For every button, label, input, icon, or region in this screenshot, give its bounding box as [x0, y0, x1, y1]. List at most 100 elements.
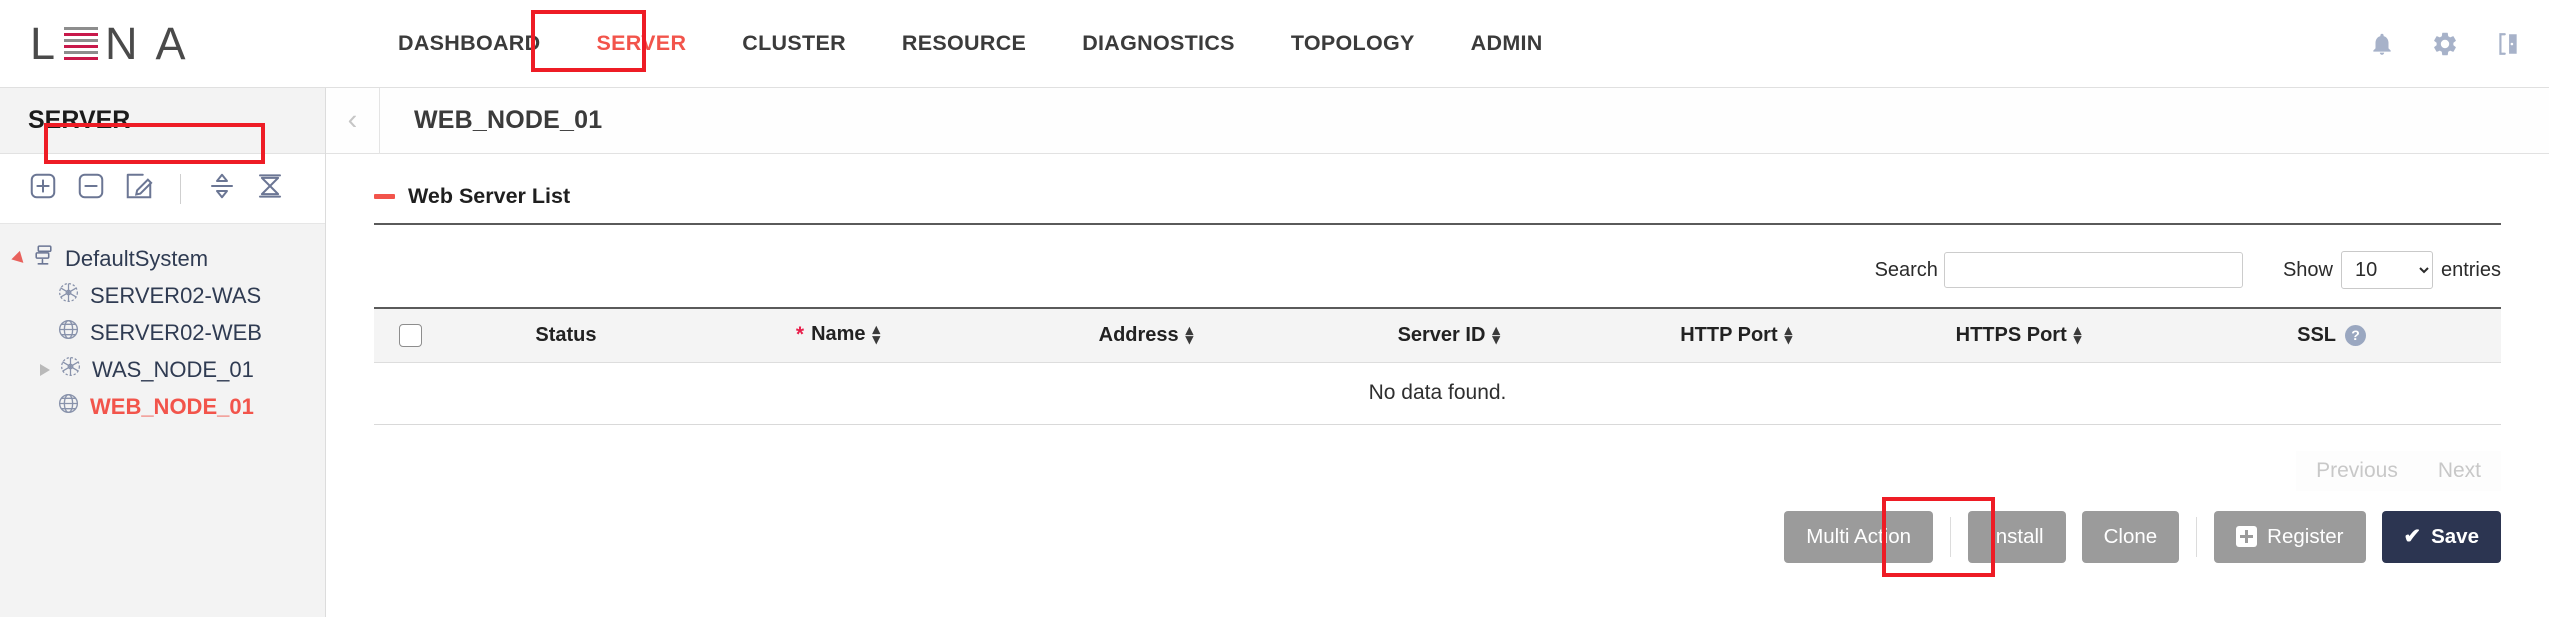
- tree-item-label: SERVER02-WEB: [90, 319, 262, 345]
- tree-item-defaultsystem[interactable]: DefaultSystem: [0, 240, 325, 277]
- column-header-http-port[interactable]: HTTP Port ▴ ▾: [1597, 307, 1875, 363]
- search-input[interactable]: [1943, 252, 2243, 288]
- tree-item-label: WEB_NODE_01: [90, 393, 254, 419]
- web-server-table: Status * Name ▴ ▾ Address ▴ ▾ Server ID …: [374, 307, 2501, 425]
- save-label: Save: [2431, 524, 2479, 548]
- system-icon: [31, 243, 56, 274]
- sort-icon[interactable]: ▴ ▾: [1186, 323, 1194, 348]
- page-header: ‹ WEB_NODE_01: [326, 87, 2549, 154]
- column-header-https-port[interactable]: HTTPS Port ▴ ▾: [1874, 307, 2163, 363]
- action-divider: [1950, 516, 1952, 557]
- sort-icon[interactable]: ▴ ▾: [1785, 323, 1793, 348]
- remove-node-icon[interactable]: [76, 171, 106, 206]
- collapse-all-icon[interactable]: [255, 171, 285, 206]
- column-header-server-id[interactable]: Server ID ▴ ▾: [1299, 307, 1598, 363]
- column-label: Address: [1098, 323, 1179, 346]
- tree-item-server02-was[interactable]: SERVER02-WAS: [0, 277, 325, 314]
- nav-item-server[interactable]: SERVER: [568, 0, 714, 87]
- plus-square-icon: [2236, 526, 2258, 547]
- tree-item-web-node-01[interactable]: WEB_NODE_01: [0, 388, 325, 425]
- nav-item-admin[interactable]: ADMIN: [1443, 0, 1571, 87]
- column-header-name[interactable]: * Name ▴ ▾: [684, 307, 992, 363]
- nav-item-resource[interactable]: RESOURCE: [874, 0, 1054, 87]
- table-body: No data found.: [374, 362, 2501, 425]
- multi-action-button[interactable]: Multi Action: [1784, 510, 1934, 563]
- nav-item-cluster[interactable]: CLUSTER: [714, 0, 874, 87]
- register-label: Register: [2267, 524, 2344, 548]
- save-button[interactable]: ✔ Save: [2381, 510, 2501, 563]
- column-header-status: Status: [447, 307, 684, 363]
- column-label: HTTPS Port: [1955, 323, 2067, 346]
- main-content: ‹ WEB_NODE_01 Web Server List Search Sho…: [326, 87, 2549, 617]
- logo-letters-na: N A: [105, 18, 190, 69]
- content-area: Web Server List Search Show 10 entries S…: [326, 154, 2549, 617]
- sidebar-toolbar: [0, 154, 325, 224]
- register-button[interactable]: Register: [2214, 510, 2366, 563]
- brand-logo[interactable]: L N A: [0, 0, 326, 87]
- sort-icon[interactable]: ▴ ▾: [2074, 323, 2082, 348]
- brand-logo-text: L N A: [30, 21, 190, 66]
- column-label: Server ID: [1397, 323, 1486, 346]
- clone-button[interactable]: Clone: [2081, 510, 2180, 563]
- column-label: SSL: [2297, 323, 2337, 346]
- sidebar-collapse-button[interactable]: ‹: [326, 87, 380, 154]
- logo-striped-e-icon: [64, 27, 99, 60]
- check-icon: ✔: [2403, 525, 2422, 548]
- install-button[interactable]: Install: [1968, 510, 2066, 563]
- logout-icon[interactable]: [2495, 30, 2521, 58]
- toolbar-divider: [180, 173, 181, 204]
- action-divider: [2196, 516, 2198, 557]
- tree-item-was-node-01[interactable]: WAS_NODE_01: [0, 351, 325, 388]
- caret-right-icon[interactable]: [40, 363, 50, 376]
- table-header: Status * Name ▴ ▾ Address ▴ ▾ Server ID …: [374, 307, 2501, 363]
- table-header-row: Status * Name ▴ ▾ Address ▴ ▾ Server ID …: [374, 307, 2501, 363]
- required-asterisk-icon: *: [795, 323, 805, 347]
- settings-gear-icon[interactable]: [2431, 30, 2459, 58]
- select-all-checkbox[interactable]: [399, 323, 423, 347]
- edit-node-icon[interactable]: [124, 171, 154, 206]
- nav-item-diagnostics[interactable]: DIAGNOSTICS: [1054, 0, 1263, 87]
- entries-per-page-select[interactable]: 10: [2340, 251, 2433, 289]
- pagination-previous-button[interactable]: Previous: [2296, 450, 2418, 491]
- empty-message: No data found.: [374, 362, 2501, 425]
- nav-item-topology[interactable]: TOPOLOGY: [1263, 0, 1443, 87]
- section-collapse-minus-icon[interactable]: [374, 194, 395, 199]
- topbar-icon-group: [2369, 30, 2521, 58]
- page-body: SERVER DefaultSystem SERVER02-WAS SERVER…: [0, 87, 2549, 617]
- was-icon: [58, 354, 83, 385]
- sidebar: SERVER DefaultSystem SERVER02-WAS SERVER…: [0, 88, 326, 617]
- footer-action-bar: Multi Action Install Clone Register ✔ Sa…: [374, 491, 2501, 577]
- sort-icon[interactable]: ▴ ▾: [1492, 323, 1500, 348]
- tree-item-label: DefaultSystem: [65, 245, 209, 271]
- server-tree: DefaultSystem SERVER02-WAS SERVER02-WEB …: [0, 123, 325, 425]
- show-label: Show: [2282, 258, 2333, 281]
- sidebar-title: SERVER: [0, 88, 325, 154]
- column-label: Status: [535, 323, 597, 346]
- column-header-ssl: SSL ?: [2162, 307, 2501, 363]
- logo-letter-l: L: [30, 18, 60, 69]
- column-header-address[interactable]: Address ▴ ▾: [991, 307, 1300, 363]
- notification-bell-icon[interactable]: [2369, 30, 2395, 58]
- chevron-left-icon: ‹: [347, 104, 358, 136]
- nav-item-dashboard[interactable]: DASHBOARD: [370, 0, 568, 87]
- web-icon: [56, 391, 81, 422]
- expand-collapse-icon[interactable]: [207, 171, 237, 206]
- sort-icon[interactable]: ▴ ▾: [873, 322, 881, 347]
- section-title: Web Server List: [408, 184, 571, 208]
- web-icon: [56, 317, 81, 348]
- entries-label: entries: [2440, 258, 2501, 281]
- search-label: Search: [1874, 258, 1938, 281]
- tree-item-server02-web[interactable]: SERVER02-WEB: [0, 314, 325, 351]
- table-empty-row: No data found.: [374, 362, 2501, 425]
- web-server-list-section-header: Web Server List: [374, 184, 2501, 225]
- was-icon: [56, 280, 81, 311]
- help-icon[interactable]: ?: [2345, 324, 2367, 346]
- caret-down-icon[interactable]: [11, 250, 28, 267]
- page-title: WEB_NODE_01: [414, 106, 603, 134]
- add-node-icon[interactable]: [28, 171, 58, 206]
- main-navigation: DASHBOARD SERVER CLUSTER RESOURCE DIAGNO…: [370, 0, 1571, 87]
- column-label: Name: [811, 323, 866, 346]
- pagination-next-button[interactable]: Next: [2417, 450, 2501, 491]
- column-label: HTTP Port: [1680, 323, 1778, 346]
- pagination: Previous Next: [374, 425, 2501, 491]
